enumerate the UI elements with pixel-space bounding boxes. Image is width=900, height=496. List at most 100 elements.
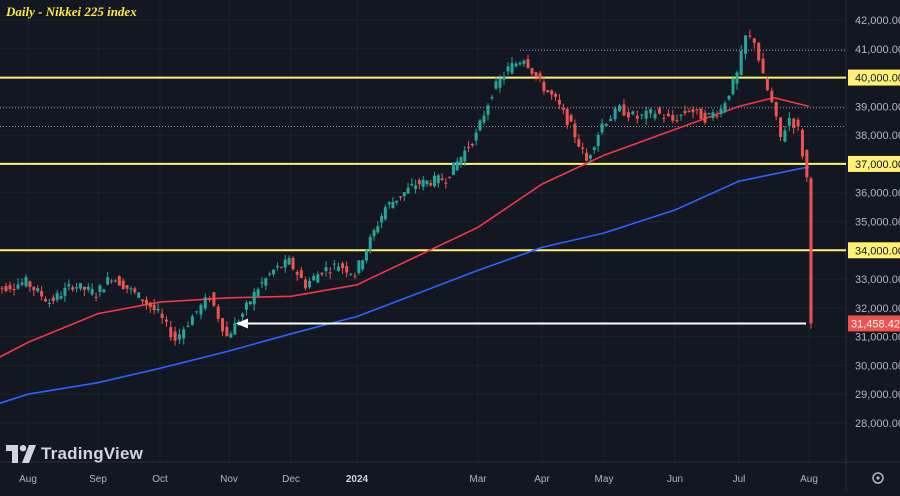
candle — [79, 283, 82, 289]
candle — [421, 179, 425, 187]
gear-center — [876, 476, 880, 480]
candle — [752, 38, 756, 43]
fast-moving-average — [0, 96, 810, 358]
candle — [106, 277, 110, 285]
candle — [666, 113, 670, 117]
chart[interactable]: 42,000.00 41,000.00 39,000.00 38,000.00 36,0… — [0, 0, 900, 491]
time-axis[interactable]: Aug Sep Oct Nov Dec 2024 Mar Apr May Jun Jul Aug — [19, 472, 884, 485]
candle — [779, 117, 783, 138]
candle — [622, 104, 626, 116]
chart-svg[interactable]: 42,000.00 41,000.00 39,000.00 38,000.00 36,0… — [0, 0, 900, 491]
candle — [592, 147, 596, 150]
candle — [550, 90, 554, 95]
level-badge-label: 40,000.00 — [855, 73, 900, 85]
candle — [425, 180, 429, 185]
candle — [364, 250, 368, 261]
candle — [765, 78, 769, 91]
candle — [600, 123, 604, 133]
candle — [436, 175, 440, 184]
last-price-label: 31,458.42 — [851, 318, 900, 330]
price-axis[interactable]: 42,000.00 41,000.00 39,000.00 38,000.00 36,0… — [848, 15, 900, 430]
candle — [417, 180, 421, 185]
price-tick-label: 28,000.00 — [855, 418, 900, 430]
candle — [805, 150, 809, 178]
candle — [585, 152, 589, 161]
candle — [565, 108, 569, 126]
candle — [455, 161, 459, 171]
candle — [20, 282, 24, 285]
candle — [44, 299, 47, 302]
candle — [467, 146, 471, 148]
candle — [252, 291, 256, 305]
candle — [75, 287, 79, 289]
candle — [683, 110, 687, 114]
candle — [229, 333, 233, 338]
candle — [653, 113, 657, 119]
candle — [94, 296, 98, 298]
price-tick-label: 39,000.00 — [855, 101, 900, 113]
candle — [761, 58, 765, 74]
time-tick-label: Jul — [733, 474, 746, 485]
candle — [287, 258, 291, 265]
candle — [486, 105, 490, 115]
candle — [561, 108, 565, 110]
candle — [739, 51, 743, 75]
price-tick-label: 41,000.00 — [855, 44, 900, 56]
candle — [534, 72, 538, 77]
time-tick-label: Aug — [19, 474, 37, 485]
candle — [40, 290, 44, 297]
candle — [328, 272, 332, 274]
tradingview-logo[interactable]: TradingView — [6, 444, 143, 464]
candle — [498, 78, 502, 88]
price-tick-label: 29,000.00 — [855, 389, 900, 401]
settings-gear-icon[interactable] — [872, 472, 884, 484]
candle — [774, 102, 778, 117]
moving-averages — [0, 96, 810, 404]
candle — [283, 259, 287, 268]
candle — [345, 265, 349, 273]
time-tick-label: 2024 — [346, 474, 369, 485]
candle — [463, 150, 467, 162]
time-tick-label: Nov — [220, 474, 238, 485]
candle — [530, 68, 534, 74]
candle — [691, 109, 695, 113]
candle — [233, 322, 237, 335]
candle — [596, 134, 600, 147]
candle — [631, 111, 635, 115]
candle — [703, 112, 707, 123]
candle — [711, 112, 715, 118]
candle — [110, 280, 114, 282]
candle — [554, 94, 558, 97]
level-badge-label: 34,000.00 — [855, 245, 900, 257]
time-tick-label: Apr — [534, 474, 550, 485]
candle — [391, 201, 395, 209]
candle — [474, 132, 478, 141]
candle — [494, 81, 498, 89]
candle — [502, 76, 506, 80]
candle — [148, 302, 152, 308]
candle — [113, 280, 117, 282]
candle — [51, 297, 55, 301]
candle — [459, 156, 463, 165]
chart-title: Daily - Nikkei 225 index — [6, 4, 137, 19]
candle — [264, 278, 268, 286]
candle — [557, 99, 561, 105]
candle — [640, 114, 644, 116]
candle — [90, 289, 94, 295]
time-tick-label: Jun — [667, 474, 683, 485]
candle — [341, 263, 345, 269]
candle — [770, 90, 774, 102]
candle — [383, 207, 387, 220]
candle — [63, 287, 67, 296]
candle — [212, 292, 216, 306]
candle — [316, 274, 320, 283]
candle — [169, 327, 173, 338]
candle — [588, 155, 592, 159]
candle — [609, 118, 613, 122]
candle — [429, 183, 433, 186]
candle — [657, 108, 661, 114]
candle — [16, 284, 20, 289]
candle — [376, 226, 380, 233]
candle — [275, 265, 279, 268]
candle — [675, 120, 679, 122]
